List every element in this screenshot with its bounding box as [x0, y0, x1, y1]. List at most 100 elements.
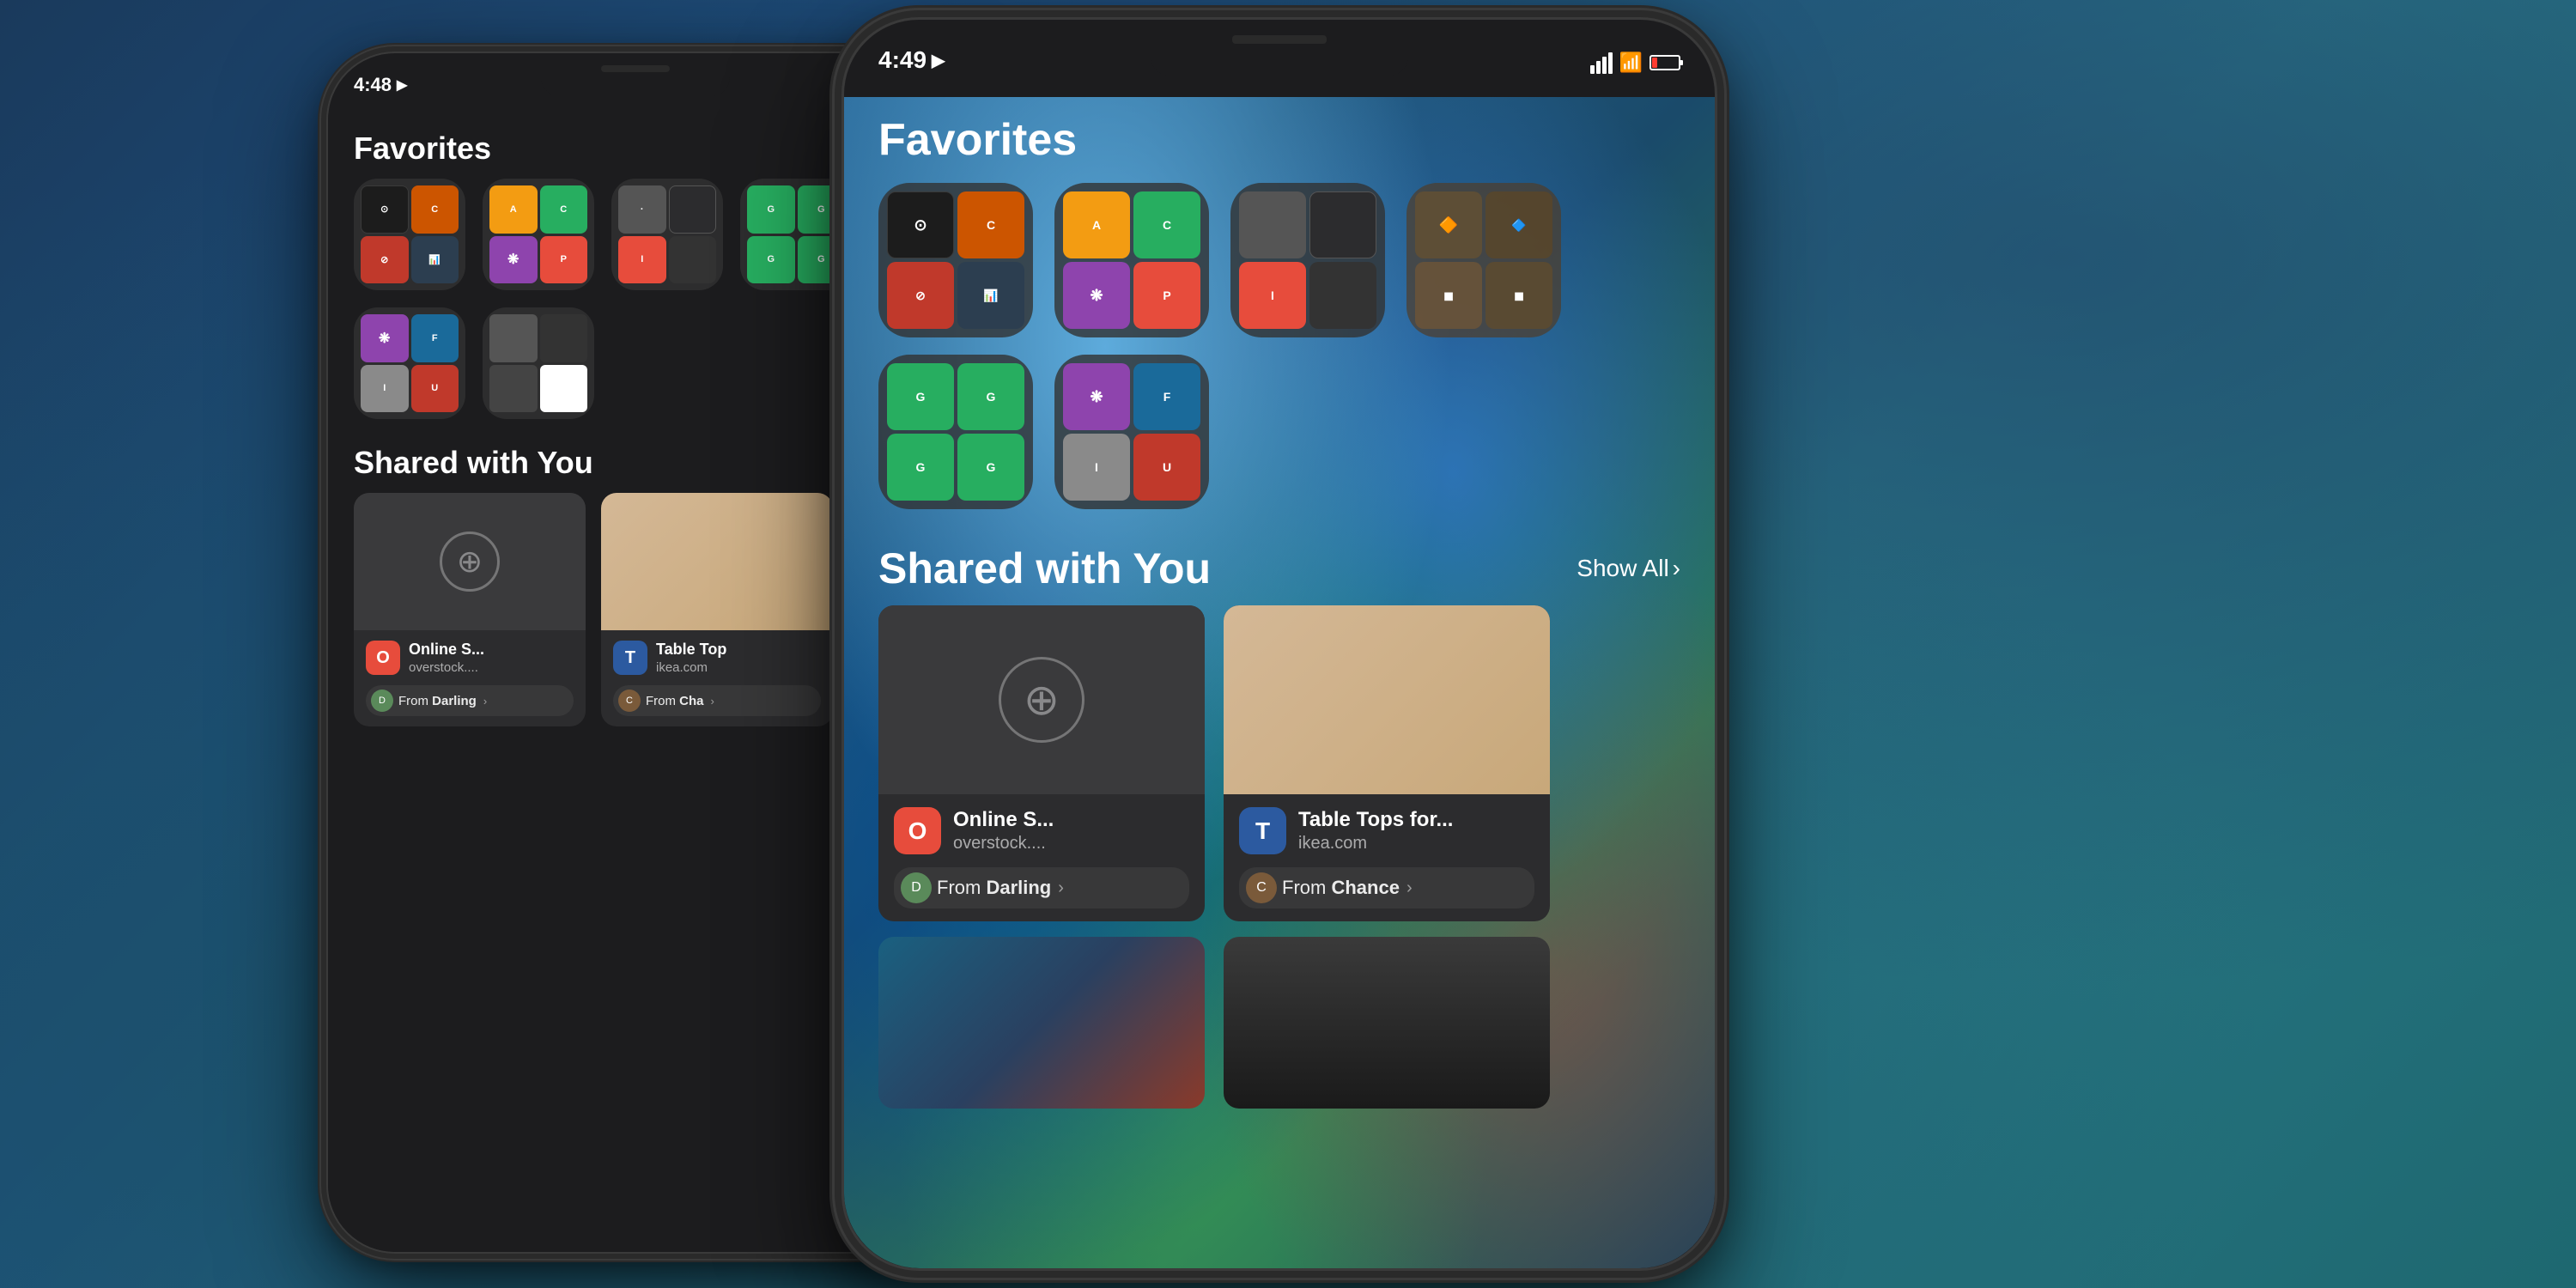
from-name-2-front: Chance [1331, 877, 1399, 898]
folder-1-front[interactable]: ⊙ C ⊘ 📊 [878, 183, 1033, 337]
app-icon-front-5-3: G [887, 434, 954, 501]
from-pill-darling-front[interactable]: D From Darling › [894, 867, 1189, 908]
from-name-1-back: Darling [432, 694, 477, 708]
clock-front: 4:49 [878, 46, 927, 74]
app-icon-front-2-3: ❋ [1063, 262, 1130, 329]
shared-card-safari-back[interactable]: ⊕ O Online S... overstock.... [354, 493, 586, 726]
folder-4-back[interactable]: G G G G [740, 179, 852, 290]
person-image-front [1224, 937, 1550, 1109]
card-subtitle-table-back: ikea.com [656, 660, 821, 675]
status-icons-front: 📶 [1590, 52, 1680, 74]
app-icon-front-3-3: I [1239, 262, 1306, 329]
app-icon-back-5-4: U [411, 365, 459, 413]
app-icon-back-6-3 [489, 365, 538, 413]
overstock-icon-back: O [366, 641, 400, 675]
shared-items-row2-front [844, 921, 1715, 1109]
app-icon-back-5-1: ❋ [361, 314, 409, 362]
app-icon-front-3-4 [1309, 262, 1376, 329]
safari-image-back: ⊕ [354, 493, 586, 630]
folder-1-back[interactable]: ⊙ C ⊘ 📊 [354, 179, 465, 290]
bar3f [1602, 57, 1607, 74]
from-text-darling-back: From Darling [398, 694, 477, 708]
card-info-safari-front: O Online S... overstock.... [878, 794, 1205, 867]
card-title-safari-back: Online S... [409, 641, 574, 659]
card-text-safari-front: Online S... overstock.... [953, 808, 1189, 854]
notch-front [1151, 20, 1408, 76]
app-icon-front-6-3: I [1063, 434, 1130, 501]
bar2f [1596, 61, 1601, 74]
card-title-table-front: Table Tops for... [1298, 808, 1534, 832]
app-icon-back-2-4: P [540, 236, 588, 284]
shared-items-front: ⊕ O Online S... overstock.... [844, 605, 1715, 921]
app-icon-back-3-2 [669, 185, 717, 234]
app-icon-front-4-1: 🔶 [1415, 191, 1482, 258]
app-icon-back-4-1: G [747, 185, 795, 234]
card-subtitle-safari-front: overstock.... [953, 834, 1189, 854]
time-back: 4:48 ▶ [354, 74, 407, 96]
shared-card-table-back[interactable]: T Table Top ikea.com C From [601, 493, 833, 726]
ikea-icon-front: T [1239, 807, 1286, 854]
chance-avatar-front: C [1246, 872, 1277, 903]
favorites-grid-row2-front: G G G G ❋ F I U [844, 355, 1715, 509]
battery-fill-front [1652, 58, 1657, 68]
card-info-safari-back: O Online S... overstock.... [354, 630, 586, 685]
chevron-2-front: › [1406, 878, 1413, 898]
app-icon-front-6-4: U [1133, 434, 1200, 501]
app-icon-back-2-3: ❋ [489, 236, 538, 284]
battery-front [1649, 55, 1680, 70]
from-label-1-back: From [398, 694, 428, 708]
app-icon-front-1-1: ⊙ [887, 191, 954, 258]
bar1f [1590, 65, 1595, 74]
folder-3-back[interactable]: · I [611, 179, 723, 290]
notch-back [541, 53, 730, 96]
card-info-table-back: T Table Top ikea.com [601, 630, 833, 685]
chevron-1-front: › [1058, 878, 1064, 898]
folder-4-front[interactable]: 🔶 🔷 ◼ ◼ [1406, 183, 1561, 337]
folder-6-front[interactable]: ❋ F I U [1054, 355, 1209, 509]
folder-5-front[interactable]: G G G G [878, 355, 1033, 509]
phone-front-frame: 4:49 ▶ 📶 [841, 17, 1717, 1271]
app-icon-back-1-4: 📊 [411, 236, 459, 284]
app-icon-back-4-4: G [798, 236, 846, 284]
from-pill-cha-back[interactable]: C From Cha › [613, 685, 821, 716]
from-text-cha-back: From Cha [646, 694, 704, 708]
app-icon-front-2-1: A [1063, 191, 1130, 258]
folder-3-front[interactable]: I [1230, 183, 1385, 337]
signal-front [1590, 52, 1613, 74]
ikea-icon-back: T [613, 641, 647, 675]
folder-6-back[interactable] [483, 307, 594, 419]
location-icon-front: ▶ [932, 50, 945, 71]
speaker-front [1232, 35, 1327, 44]
shared-card-safari-front[interactable]: ⊕ O Online S... overstock.... [878, 605, 1205, 921]
favorites-grid-front: ⊙ C ⊘ 📊 A C ❋ P [844, 183, 1715, 337]
shared-title-back: Shared with You [354, 445, 593, 481]
overstock-icon-front: O [894, 807, 941, 854]
app-icon-front-6-2: F [1133, 363, 1200, 430]
card-subtitle-safari-back: overstock.... [409, 660, 574, 675]
person-card-front[interactable] [1224, 937, 1550, 1109]
cha-avatar-back: C [618, 690, 641, 712]
folder-2-back[interactable]: A C ❋ P [483, 179, 594, 290]
from-pill-darling-back[interactable]: D From Darling › [366, 685, 574, 716]
app-icon-front-2-4: P [1133, 262, 1200, 329]
chevron-2-back: › [711, 695, 714, 708]
app-icon-front-4-3: ◼ [1415, 262, 1482, 329]
time-front: 4:49 ▶ [878, 46, 945, 74]
folder-5-back[interactable]: ❋ F I U [354, 307, 465, 419]
show-all-chevron: › [1673, 555, 1680, 582]
shared-card-table-front[interactable]: T Table Tops for... ikea.com C [1224, 605, 1550, 921]
from-text-chance-front: From Chance [1282, 877, 1400, 899]
show-all-button[interactable]: Show All › [1577, 555, 1680, 582]
app-icon-back-3-4 [669, 236, 717, 284]
kite-card-front[interactable] [878, 937, 1205, 1109]
from-label-2-back: From [646, 694, 676, 708]
app-icon-back-6-2 [540, 314, 588, 362]
app-icon-front-6-1: ❋ [1063, 363, 1130, 430]
app-icon-back-6-1 [489, 314, 538, 362]
from-pill-chance-front[interactable]: C From Chance › [1239, 867, 1534, 908]
app-icon-back-5-2: F [411, 314, 459, 362]
speaker-back [601, 65, 670, 72]
folder-2-front[interactable]: A C ❋ P [1054, 183, 1209, 337]
wifi-icon-front: 📶 [1619, 52, 1643, 74]
app-icon-front-1-2: C [957, 191, 1024, 258]
